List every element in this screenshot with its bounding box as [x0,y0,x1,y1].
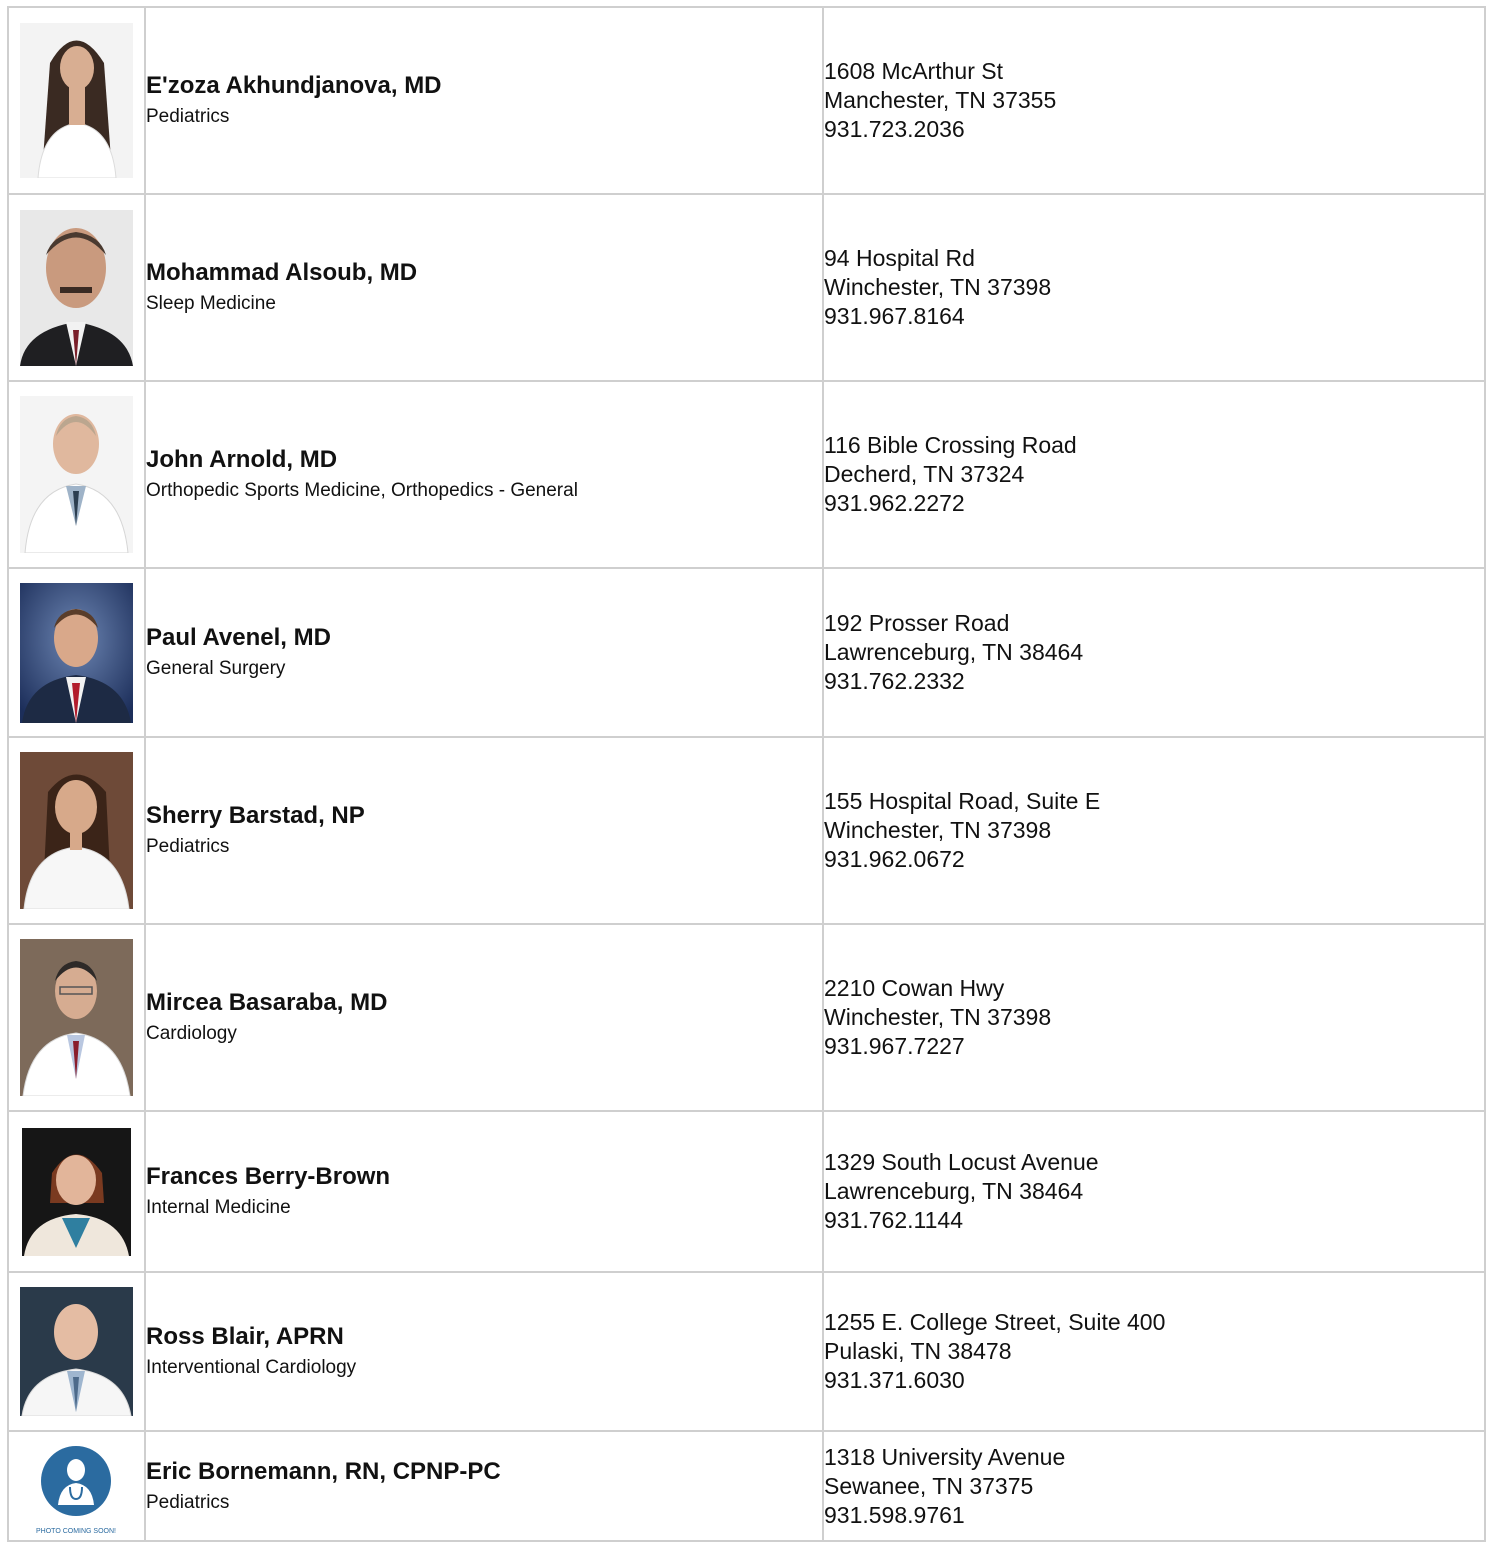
table-row: Sherry Barstad, NP Pediatrics 155 Hospit… [7,736,1486,925]
table-row: Mohammad Alsoub, MD Sleep Medicine 94 Ho… [7,193,1486,382]
address-street: 192 Prosser Road [824,610,1010,636]
address-city: Winchester, TN 37398 [824,274,1052,300]
address-street: 94 Hospital Rd [824,245,975,271]
phone-number[interactable]: 931.371.6030 [824,1366,1484,1395]
phone-number[interactable]: 931.967.7227 [824,1032,1484,1061]
address-street: 155 Hospital Road, Suite E [824,788,1101,814]
provider-photo[interactable] [20,396,133,553]
provider-photo[interactable] [20,1287,133,1416]
provider-photo[interactable] [20,1127,133,1256]
address-street: 1318 University Avenue [824,1443,1066,1470]
provider-specialty: Cardiology [146,1023,237,1044]
table-row: Mircea Basaraba, MD Cardiology 2210 Cowa… [7,923,1486,1112]
address-street: 1329 South Locust Avenue [824,1149,1099,1175]
provider-photo[interactable] [20,23,133,178]
phone-number[interactable]: 931.962.2272 [824,489,1484,518]
phone-number[interactable]: 931.962.0672 [824,845,1484,874]
provider-photo[interactable] [20,209,133,366]
provider-name[interactable]: E'zoza Akhundjanova, MD [146,71,822,101]
address-city: Sewanee, TN 37375 [824,1472,1034,1499]
phone-number[interactable]: 931.723.2036 [824,115,1484,144]
phone-number[interactable]: 931.598.9761 [824,1501,1484,1530]
table-row: Frances Berry-Brown Internal Medicine 13… [7,1110,1486,1273]
table-row: John Arnold, MD Orthopedic Sports Medici… [7,380,1486,569]
provider-name[interactable]: Ross Blair, APRN [146,1322,822,1352]
provider-photo[interactable] [20,939,133,1096]
photo-caption: PHOTO COMING SOON! [36,1528,116,1535]
address-city: Decherd, TN 37324 [824,461,1025,487]
provider-name[interactable]: Paul Avenel, MD [146,623,822,653]
address-city: Winchester, TN 37398 [824,817,1052,843]
table-row: PHOTO COMING SOON! Eric Bornemann, RN, C… [7,1430,1486,1542]
table-row: E'zoza Akhundjanova, MD Pediatrics 1608 … [7,6,1486,195]
address-city: Lawrenceburg, TN 38464 [824,639,1084,665]
provider-name[interactable]: Mircea Basaraba, MD [146,988,822,1018]
address-street: 1608 McArthur St [824,58,1003,84]
provider-specialty: Pediatrics [146,1491,230,1513]
address-city: Manchester, TN 37355 [824,87,1057,113]
provider-name[interactable]: Eric Bornemann, RN, CPNP-PC [146,1457,822,1487]
address-street: 116 Bible Crossing Road [824,432,1077,458]
provider-photo[interactable] [20,582,133,723]
provider-name[interactable]: Sherry Barstad, NP [146,801,822,831]
provider-photo[interactable] [20,752,133,909]
provider-specialty: Orthopedic Sports Medicine, Orthopedics … [146,480,578,501]
provider-specialty: Interventional Cardiology [146,1357,357,1378]
phone-number[interactable]: 931.762.2332 [824,667,1484,696]
provider-directory-table: E'zoza Akhundjanova, MD Pediatrics 1608 … [7,6,1486,1542]
photo-coming-soon-placeholder[interactable]: PHOTO COMING SOON! [20,1443,133,1537]
address-street: 2210 Cowan Hwy [824,975,1005,1001]
provider-specialty: Pediatrics [146,106,230,127]
address-city: Winchester, TN 37398 [824,1004,1052,1030]
provider-name[interactable]: Mohammad Alsoub, MD [146,258,822,288]
phone-number[interactable]: 931.762.1144 [824,1206,1484,1235]
provider-specialty: Sleep Medicine [146,293,276,314]
address-street: 1255 E. College Street, Suite 400 [824,1309,1166,1335]
provider-name[interactable]: John Arnold, MD [146,445,822,475]
address-city: Pulaski, TN 38478 [824,1338,1012,1364]
address-city: Lawrenceburg, TN 38464 [824,1178,1084,1204]
table-row: Ross Blair, APRN Interventional Cardiolo… [7,1271,1486,1432]
provider-specialty: Internal Medicine [146,1197,291,1218]
provider-name[interactable]: Frances Berry-Brown [146,1162,822,1192]
table-row: Paul Avenel, MD General Surgery 192 Pros… [7,567,1486,738]
provider-specialty: Pediatrics [146,836,230,857]
provider-specialty: General Surgery [146,658,286,679]
phone-number[interactable]: 931.967.8164 [824,302,1484,331]
